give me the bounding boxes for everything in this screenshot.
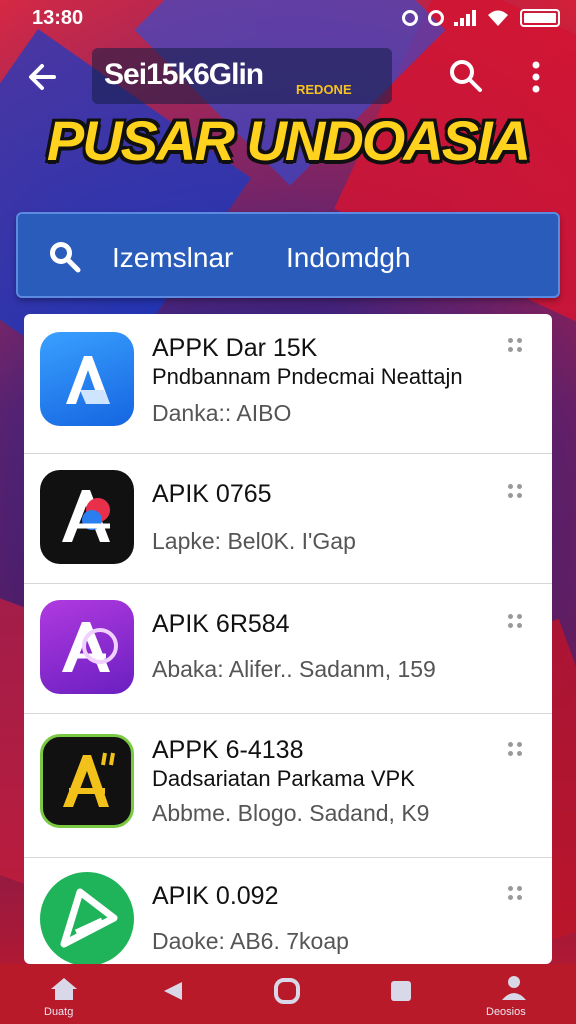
app-meta: Danka:: AIBO (152, 400, 292, 426)
sync-icon (428, 10, 444, 26)
app-meta: Abbme. Blogo. Sadand, K9 (152, 800, 430, 826)
search-icon[interactable] (448, 58, 484, 94)
a-yellow-app-icon (40, 734, 134, 828)
signal-icon (454, 10, 476, 26)
app-meta: Daoke: AB6. 7koap (152, 928, 349, 954)
list-item[interactable]: APPK 6-4138 Dadsariatan Parkama VPK Abbm… (24, 714, 552, 858)
app-subtitle: REDONE (296, 82, 352, 97)
list-item[interactable]: APIK 0.092 Daoke: AB6. 7koap (24, 858, 552, 964)
status-bar: 13:80 (0, 0, 576, 36)
banner-title: PUSAR UNDOASIA (46, 109, 531, 172)
nav-recents[interactable] (262, 964, 312, 1024)
app-meta: Lapke: Bel0K. I'Gap (152, 528, 356, 554)
nav-home-label: Duatg (44, 1006, 74, 1018)
nav-profile-label: Deosios (486, 1006, 526, 1018)
back-triangle-icon (164, 982, 182, 1000)
bottom-nav: Duatg Deosios (0, 964, 576, 1024)
search-chip-2[interactable]: Indomdgh (286, 242, 411, 274)
status-time: 13:80 (32, 6, 84, 29)
search-header[interactable]: Izemslnar Indomdgh (16, 212, 560, 298)
wifi-icon (488, 10, 508, 26)
notification-icon (402, 10, 418, 26)
drag-handle-icon[interactable] (508, 338, 524, 354)
app-subtitle: Dadsariatan Parkama VPK (152, 766, 415, 791)
square-icon (391, 981, 411, 1001)
app-list: APPK Dar 15K Pndbannam Pndecmai Neattajn… (24, 314, 552, 964)
nav-profile[interactable]: Deosios (480, 964, 550, 1024)
app-title: APIK 0765 (152, 480, 272, 508)
app-title: APPK 6-4138 (152, 736, 304, 764)
recents-icon (274, 978, 300, 1004)
nav-back[interactable] (150, 964, 200, 1024)
drag-handle-icon[interactable] (508, 886, 524, 902)
drag-handle-icon[interactable] (508, 614, 524, 630)
search-icon (50, 242, 81, 273)
more-vert-icon[interactable] (524, 60, 548, 94)
a-blue-app-icon (40, 332, 134, 426)
back-arrow-icon[interactable] (26, 60, 60, 94)
a-black-app-icon (40, 470, 134, 564)
list-item[interactable]: APIK 6R584 Abaka: Alifer.. Sadanm, 159 (24, 584, 552, 714)
app-subtitle: Pndbannam Pndecmai Neattajn (152, 364, 463, 389)
app-bar: Sei15k6Glin REDONE (0, 44, 576, 110)
nav-home[interactable]: Duatg (30, 964, 100, 1024)
app-title: APIK 6R584 (152, 610, 290, 638)
app-title: Sei15k6Glin (104, 58, 264, 91)
person-icon (502, 976, 526, 1000)
app-title: APPK Dar 15K (152, 334, 318, 362)
a-green-app-icon (40, 872, 134, 964)
nav-overview[interactable] (376, 964, 426, 1024)
a-purple-app-icon (40, 600, 134, 694)
battery-icon (520, 9, 560, 27)
search-chip-1[interactable]: Izemslnar (112, 242, 233, 274)
app-meta: Abaka: Alifer.. Sadanm, 159 (152, 656, 436, 682)
app-title: APIK 0.092 (152, 882, 279, 910)
home-icon (51, 978, 77, 1000)
list-item[interactable]: APPK Dar 15K Pndbannam Pndecmai Neattajn… (24, 314, 552, 454)
drag-handle-icon[interactable] (508, 742, 524, 758)
drag-handle-icon[interactable] (508, 484, 524, 500)
list-item[interactable]: APIK 0765 Lapke: Bel0K. I'Gap (24, 454, 552, 584)
